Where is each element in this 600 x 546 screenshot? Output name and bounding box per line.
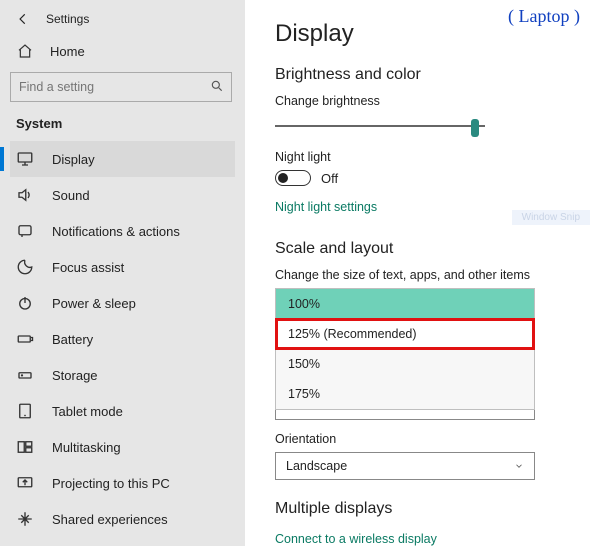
scale-option-175[interactable]: 175% — [276, 379, 534, 409]
sidebar-item-label: Notifications & actions — [52, 224, 180, 239]
sidebar-item-label: Tablet mode — [52, 404, 123, 419]
projecting-icon — [16, 474, 34, 492]
scale-select-border — [275, 410, 535, 420]
scale-dropdown[interactable]: 100% 125% (Recommended) 150% 175% — [275, 288, 535, 410]
battery-icon — [16, 330, 34, 348]
window-title: Settings — [46, 12, 89, 26]
sidebar-item-label: Display — [52, 152, 95, 167]
window-snip-overlay: Window Snip — [512, 210, 590, 225]
sidebar-item-label: Power & sleep — [52, 296, 136, 311]
brightness-slider[interactable] — [275, 116, 485, 136]
scale-option-150[interactable]: 150% — [276, 349, 534, 379]
home-label: Home — [50, 44, 85, 59]
night-light-settings-link[interactable]: Night light settings — [275, 200, 377, 214]
sidebar-item-notifications[interactable]: Notifications & actions — [10, 213, 235, 249]
connect-wireless-display-link[interactable]: Connect to a wireless display — [275, 532, 437, 546]
sidebar-item-battery[interactable]: Battery — [10, 321, 235, 357]
sidebar-home[interactable]: Home — [10, 36, 235, 72]
sidebar-item-label: Storage — [52, 368, 98, 383]
sound-icon — [16, 186, 34, 204]
notifications-icon — [16, 222, 34, 240]
sidebar-item-label: Focus assist — [52, 260, 124, 275]
home-icon — [16, 42, 34, 60]
sidebar-item-label: Shared experiences — [52, 512, 168, 527]
orientation-label: Orientation — [275, 432, 578, 446]
search-box[interactable] — [10, 72, 232, 102]
back-button[interactable] — [16, 12, 30, 26]
orientation-value: Landscape — [286, 459, 347, 473]
search-icon — [210, 79, 224, 93]
sidebar-nav: Display Sound Notifications & actions Fo… — [10, 141, 235, 537]
sidebar-item-power-sleep[interactable]: Power & sleep — [10, 285, 235, 321]
power-icon — [16, 294, 34, 312]
shared-experiences-icon — [16, 510, 34, 528]
sidebar-section-system: System — [10, 116, 235, 141]
sidebar-item-sound[interactable]: Sound — [10, 177, 235, 213]
focus-assist-icon — [16, 258, 34, 276]
titlebar: Settings — [10, 8, 235, 36]
brightness-label: Change brightness — [275, 94, 578, 108]
storage-icon — [16, 366, 34, 384]
section-brightness-color: Brightness and color — [275, 66, 578, 84]
scale-label: Change the size of text, apps, and other… — [275, 268, 578, 282]
sidebar-item-label: Sound — [52, 188, 90, 203]
slider-track — [275, 125, 485, 127]
slider-thumb[interactable] — [471, 119, 479, 137]
chevron-down-icon — [514, 461, 524, 471]
annotation-laptop: ( Laptop ) — [508, 6, 580, 27]
section-multiple-displays: Multiple displays — [275, 500, 578, 518]
sidebar-item-projecting[interactable]: Projecting to this PC — [10, 465, 235, 501]
night-light-state: Off — [321, 171, 338, 186]
scale-option-125[interactable]: 125% (Recommended) — [276, 319, 534, 349]
sidebar-item-focus-assist[interactable]: Focus assist — [10, 249, 235, 285]
sidebar-item-shared-experiences[interactable]: Shared experiences — [10, 501, 235, 537]
sidebar: Settings Home System Display Sound — [0, 0, 245, 546]
night-light-toggle[interactable] — [275, 170, 311, 186]
sidebar-item-tablet-mode[interactable]: Tablet mode — [10, 393, 235, 429]
sidebar-item-multitasking[interactable]: Multitasking — [10, 429, 235, 465]
multitasking-icon — [16, 438, 34, 456]
tablet-icon — [16, 402, 34, 420]
sidebar-item-label: Multitasking — [52, 440, 121, 455]
sidebar-item-storage[interactable]: Storage — [10, 357, 235, 393]
display-icon — [16, 150, 34, 168]
search-input[interactable] — [10, 72, 232, 102]
main-content: ( Laptop ) Display Brightness and color … — [245, 0, 600, 546]
sidebar-item-label: Battery — [52, 332, 93, 347]
sidebar-item-label: Projecting to this PC — [52, 476, 170, 491]
scale-option-100[interactable]: 100% — [276, 289, 534, 319]
night-light-label: Night light — [275, 150, 578, 164]
sidebar-item-display[interactable]: Display — [10, 141, 235, 177]
orientation-select[interactable]: Landscape — [275, 452, 535, 480]
section-scale-layout: Scale and layout — [275, 240, 578, 258]
